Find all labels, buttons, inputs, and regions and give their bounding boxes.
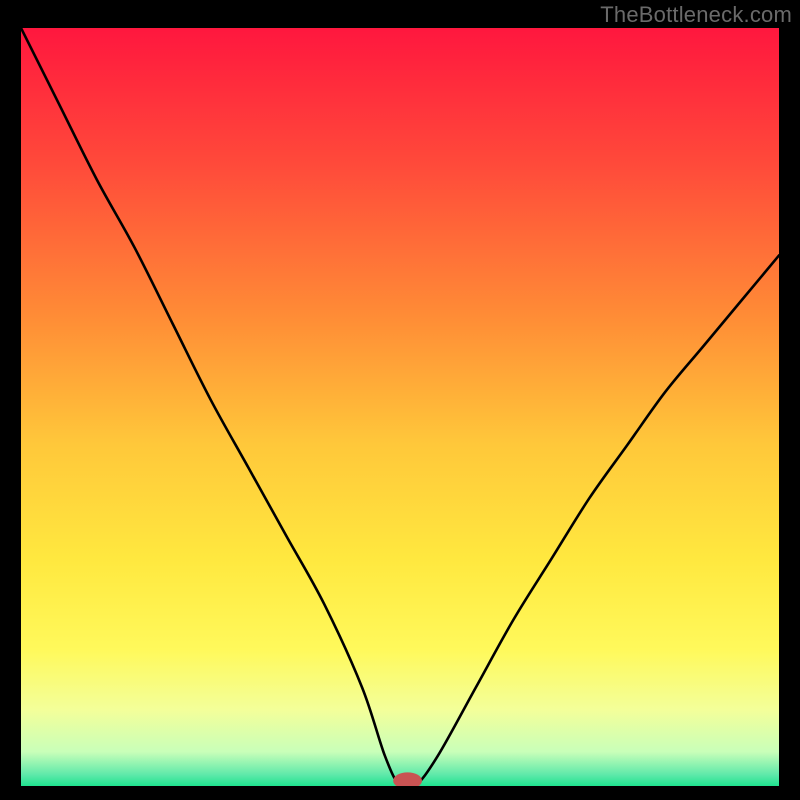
gradient-background [21,28,779,786]
chart-frame: TheBottleneck.com [0,0,800,800]
bottleneck-chart [21,28,779,786]
attribution-label: TheBottleneck.com [600,2,792,28]
plot-area [21,28,779,786]
